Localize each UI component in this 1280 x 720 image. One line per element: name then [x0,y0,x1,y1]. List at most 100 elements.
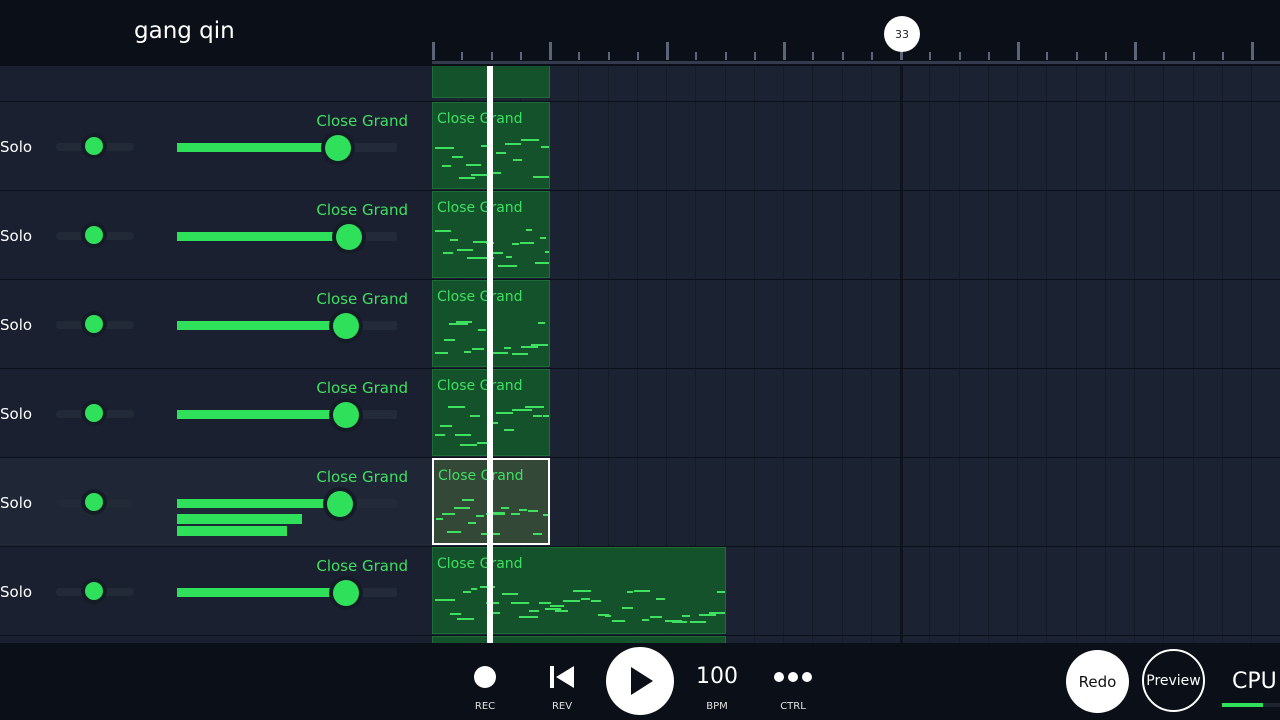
solo-label[interactable]: Solo [0,583,32,601]
rec-label: REC [474,701,496,712]
ruler-tick [959,52,961,60]
pan-knob[interactable] [85,226,103,244]
grid-line [783,66,784,643]
track-row[interactable]: Solo Close Grand [0,546,432,635]
grid-line [929,66,930,643]
volume-layer-bar [177,526,287,536]
instrument-name[interactable]: Close Grand [316,379,408,397]
volume-knob[interactable] [333,580,359,606]
clip-partial[interactable] [432,636,726,643]
instrument-name[interactable]: Close Grand [316,557,408,575]
cpu-meter-fill [1222,703,1263,707]
grid-line [812,66,813,643]
track-row-partial [0,635,432,643]
ruler-tick [666,42,669,60]
grid-line [1163,66,1164,643]
volume-knob[interactable] [336,224,362,250]
ruler-tick [988,52,990,60]
volume-slider-track[interactable] [177,143,397,152]
cpu-meter [1222,703,1280,707]
track-row[interactable]: Solo Close Grand [0,101,432,190]
ruler-tick [812,52,814,60]
pan-knob[interactable] [85,404,103,422]
track-row[interactable]: Solo Close Grand [0,279,432,368]
ruler-tick [725,52,727,60]
pan-knob[interactable] [85,493,103,511]
volume-knob[interactable] [333,313,359,339]
header-bar: gang qin 33 [0,0,1280,66]
ruler-tick [549,42,552,60]
pan-knob[interactable] [85,582,103,600]
volume-slider-track[interactable] [177,321,397,330]
ruler-tick [1163,52,1165,60]
grid-line [1251,66,1252,643]
ruler-tick [1134,42,1137,60]
bar-position-marker[interactable]: 33 [884,16,920,52]
ruler-tick [608,52,610,60]
rec-button[interactable]: REC [465,643,505,720]
ruler-tick [637,52,639,60]
volume-slider-track[interactable] [177,232,397,241]
volume-slider-track[interactable] [177,588,397,597]
ctrl-button[interactable]: CTRL [768,643,818,720]
row-separator [432,279,1280,280]
grid-line [1046,66,1047,643]
ruler-tick [578,52,580,60]
volume-fill [177,143,338,152]
ruler-tick [1017,42,1020,60]
solo-label[interactable]: Solo [0,494,32,512]
track-row[interactable]: Solo Close Grand [0,190,432,279]
solo-label[interactable]: Solo [0,227,32,245]
play-icon [631,667,653,695]
ctrl-label: CTRL [780,701,806,712]
volume-slider-track[interactable] [177,499,397,508]
instrument-name[interactable]: Close Grand [316,201,408,219]
ruler-tick [1193,52,1195,60]
pattern-clip[interactable]: Close Grand [432,547,726,634]
track-row[interactable]: Solo Close Grand [0,368,432,457]
arrangement-grid[interactable]: Close Grand Close Grand Close Grand Close G… [432,66,1280,643]
instrument-name[interactable]: Close Grand [316,468,408,486]
instrument-name[interactable]: Close Grand [316,112,408,130]
volume-knob[interactable] [325,135,351,161]
instrument-name[interactable]: Close Grand [316,290,408,308]
solo-label[interactable]: Solo [0,405,32,423]
rev-button[interactable]: REV [542,643,582,720]
solo-label[interactable]: Solo [0,138,32,156]
preview-button[interactable]: Preview [1142,649,1205,712]
track-list: Solo Close Grand Solo Close Grand Solo C… [0,66,432,643]
transport-bar: REC REV 100 BPM CTRL Redo Preview CPU [0,643,1280,720]
timeline-ruler[interactable] [432,30,1280,66]
solo-label[interactable]: Solo [0,316,32,334]
pan-knob[interactable] [85,315,103,333]
track-row-partial [0,66,432,67]
clip-label: Close Grand [438,468,524,484]
grid-line [1017,66,1018,643]
more-dots-icon [772,667,814,686]
volume-fill [177,321,346,330]
row-separator [432,101,1280,102]
bpm-control[interactable]: 100 BPM [692,643,742,720]
row-separator [432,457,1280,458]
song-title[interactable]: gang qin [134,18,235,44]
ruler-tick [929,52,931,60]
cpu-label: CPU [1232,669,1277,694]
ruler-tick [1076,52,1078,60]
pan-knob[interactable] [85,137,103,155]
volume-slider-track[interactable] [177,410,397,419]
ruler-tick [871,52,873,60]
play-button[interactable] [606,647,674,715]
grid-line [871,66,872,643]
volume-knob[interactable] [327,491,353,517]
ruler-tick [1222,52,1224,60]
ruler-tick [491,52,493,60]
redo-button[interactable]: Redo [1066,650,1129,713]
playhead[interactable] [487,66,493,643]
row-separator [432,368,1280,369]
skip-back-icon [550,665,574,688]
track-row[interactable]: Solo Close Grand [0,457,432,546]
grid-line [900,66,903,643]
volume-knob[interactable] [333,402,359,428]
bpm-value: 100 [696,664,738,689]
ruler-line [432,61,1280,64]
